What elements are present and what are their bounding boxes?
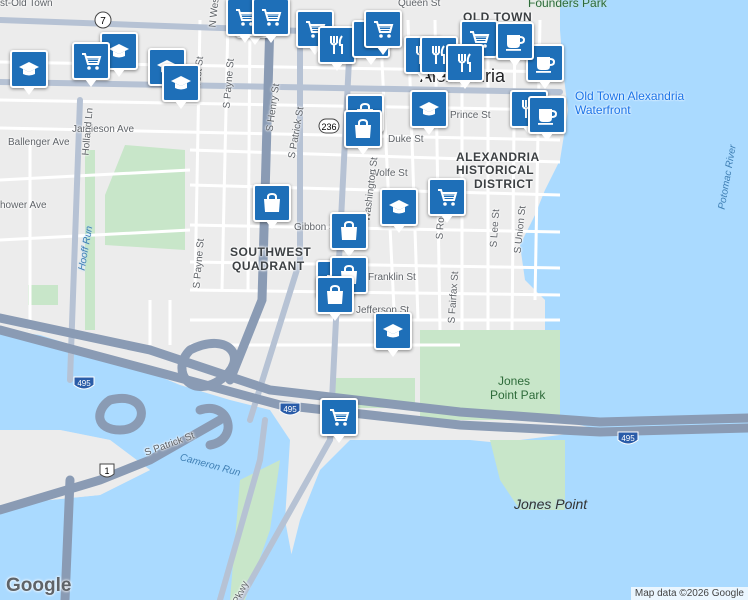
neighborhood-label: st-Old Town <box>0 0 53 9</box>
route-shield-us-1: 1 <box>99 463 115 478</box>
school-icon <box>169 71 193 95</box>
map-canvas[interactable]: st-Old Town OLD TOWN Queen St Alexandria… <box>0 0 748 600</box>
school-icon <box>17 57 41 81</box>
svg-text:495: 495 <box>621 434 635 443</box>
map-marker-coffee[interactable] <box>496 22 534 67</box>
school-icon <box>417 97 441 121</box>
street-label-duke: Duke St <box>388 134 424 145</box>
map-marker-school[interactable] <box>162 64 200 109</box>
route-shield-7: 7 <box>94 11 112 29</box>
map-marker-shopping-bag[interactable] <box>316 276 354 321</box>
route-shield-495-east: 495 <box>617 431 639 445</box>
shopping-bag-icon <box>323 283 347 307</box>
school-icon <box>107 39 131 63</box>
shopping-cart-icon <box>435 185 459 209</box>
park-label-point-park: Point Park <box>490 388 546 402</box>
svg-text:7: 7 <box>100 16 106 27</box>
poi-label-waterfront-line1: Old Town Alexandria <box>575 89 685 103</box>
route-shield-495-center: 495 <box>279 402 301 416</box>
shopping-cart-icon <box>327 405 351 429</box>
district-label-alexandria: ALEXANDRIA <box>456 150 540 164</box>
map-marker-shopping-bag[interactable] <box>253 184 291 229</box>
route-shield-495-west: 495 <box>73 376 95 390</box>
street-label-franklin: Franklin St <box>368 272 416 283</box>
map-marker-shopping-cart[interactable] <box>72 42 110 87</box>
park-label-jones: Jones <box>498 374 531 388</box>
map-marker-restaurant[interactable] <box>318 26 356 71</box>
map-marker-coffee[interactable] <box>528 96 566 141</box>
shopping-bag-icon <box>260 191 284 215</box>
coffee-icon <box>535 103 559 127</box>
svg-text:236: 236 <box>321 122 336 132</box>
route-shield-236: 236 <box>318 118 340 134</box>
map-marker-shopping-cart[interactable] <box>364 10 402 55</box>
shopping-cart-icon <box>371 17 395 41</box>
school-icon <box>387 195 411 219</box>
district-label-southwest: SOUTHWEST <box>230 245 312 259</box>
coffee-icon <box>533 51 557 75</box>
place-label-jones-point: Jones Point <box>514 496 588 512</box>
shopping-bag-icon <box>351 117 375 141</box>
svg-text:495: 495 <box>283 405 297 414</box>
map-marker-shopping-cart[interactable] <box>428 178 466 223</box>
shopping-bag-icon <box>337 219 361 243</box>
map-marker-shopping-bag[interactable] <box>330 212 368 257</box>
street-label-ballenger: Ballenger Ave <box>8 137 70 148</box>
map-marker-school[interactable] <box>10 50 48 95</box>
street-label-jamieson: Jamieson Ave <box>72 124 135 135</box>
restaurant-icon <box>325 33 349 57</box>
map-marker-school[interactable] <box>380 188 418 233</box>
coffee-icon <box>503 29 527 53</box>
map-marker-restaurant[interactable] <box>446 44 484 89</box>
district-label-district: DISTRICT <box>474 177 534 191</box>
district-label-historical: HISTORICAL <box>456 163 535 177</box>
street-label-prince: Prince St <box>450 110 491 121</box>
park-label-founders: Founders Park <box>528 0 607 10</box>
map-marker-shopping-cart[interactable] <box>320 398 358 443</box>
street-label-queen: Queen St <box>398 0 441 9</box>
school-icon <box>381 319 405 343</box>
map-marker-shopping-bag[interactable] <box>344 110 382 155</box>
map-attribution[interactable]: Map data ©2026 Google <box>630 587 748 600</box>
google-logo: Google <box>6 575 72 596</box>
shopping-cart-icon <box>259 5 283 29</box>
svg-text:1: 1 <box>104 466 109 476</box>
svg-text:495: 495 <box>77 379 91 388</box>
shopping-cart-icon <box>79 49 103 73</box>
map-marker-school[interactable] <box>410 90 448 135</box>
map-marker-shopping-cart[interactable] <box>252 0 290 43</box>
district-label-quadrant: QUADRANT <box>232 259 305 273</box>
poi-label-waterfront-line2: Waterfront <box>575 103 631 117</box>
street-label-eisenhower: hower Ave <box>0 200 47 211</box>
map-marker-school[interactable] <box>374 312 412 357</box>
restaurant-icon <box>453 51 477 75</box>
